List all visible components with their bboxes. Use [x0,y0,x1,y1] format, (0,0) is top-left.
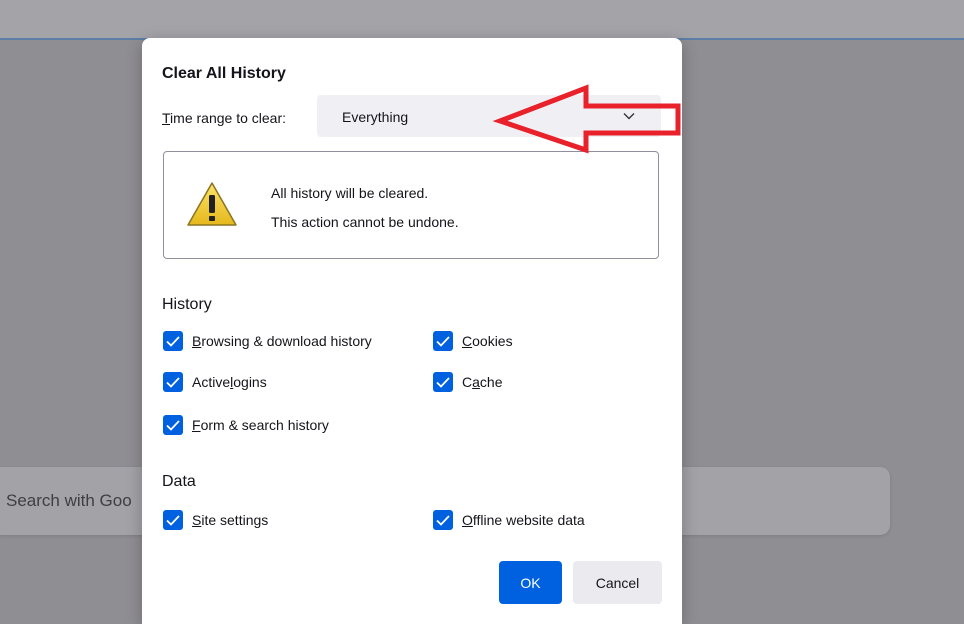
checkbox-label: ite settings [201,512,269,528]
checkbox-label: orm & search history [200,417,329,433]
time-range-selected-value: Everything [342,109,409,125]
checkbox-label-prefix: C [462,374,473,390]
checkmark-icon [433,372,453,392]
checkbox-label-accel: F [192,417,201,433]
checkbox-label: rowsing & download history [201,333,372,349]
warning-box: All history will be cleared. This action… [163,151,659,259]
checkbox-label-prefix: Active [192,374,231,390]
background-search-placeholder: Search with Goo [6,491,132,510]
checkbox-cache[interactable]: Ca che [433,372,503,392]
checkmark-icon [433,510,453,530]
annotation-arrow-icon [492,84,681,154]
checkbox-label-accel: C [462,333,473,349]
checkbox-label: che [479,374,503,390]
checkbox-site-settings[interactable]: Site settings [163,510,268,530]
checkbox-label-accel: a [472,374,480,390]
checkbox-cookies[interactable]: Cookies [433,331,513,351]
checkbox-active-logins[interactable]: Active l ogins [163,372,267,392]
checkbox-form-search-history[interactable]: Form & search history [163,415,329,435]
browser-top-bar [0,0,964,40]
time-range-label-text: ime range to clear: [170,110,286,126]
cancel-button[interactable]: Cancel [573,561,662,604]
warning-icon [186,180,238,228]
warning-text-line1: All history will be cleared. [271,185,429,201]
ok-button[interactable]: OK [499,561,562,604]
checkbox-offline-website-data[interactable]: Offline website data [433,510,585,530]
checkbox-label-accel: O [462,512,473,528]
time-range-label-accel: T [162,110,171,126]
checkbox-label-accel: S [192,512,202,528]
checkmark-icon [163,415,183,435]
checkbox-browsing-download-history[interactable]: Browsing & download history [163,331,372,351]
checkmark-icon [163,331,183,351]
checkmark-icon [433,331,453,351]
checkbox-label: ogins [233,374,267,390]
checkmark-icon [163,372,183,392]
dialog-title: Clear All History [162,65,286,82]
checkbox-label: ookies [472,333,513,349]
warning-text-line2: This action cannot be undone. [271,214,459,230]
checkmark-icon [163,510,183,530]
data-section-heading: Data [162,473,196,490]
checkbox-label: ffline website data [472,512,585,528]
time-range-label: Time range to clear: [162,110,286,126]
history-section-heading: History [162,296,212,313]
checkbox-label-accel: B [192,333,202,349]
